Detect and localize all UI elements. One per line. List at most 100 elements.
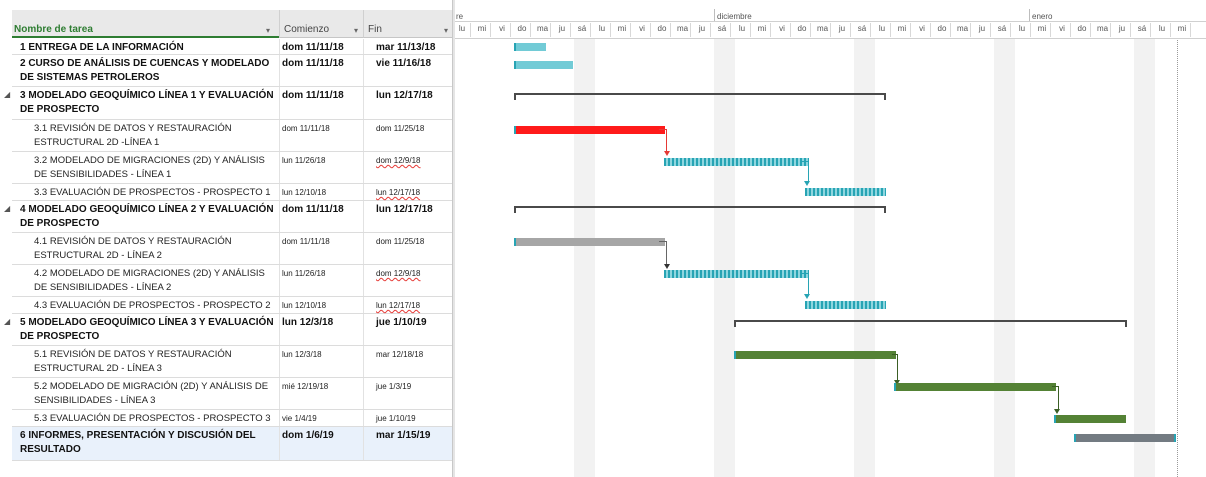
task-row[interactable]: 4.3 EVALUACIÓN DE PROSPECTOS - PROSPECTO… bbox=[12, 297, 452, 314]
task-start[interactable]: dom 11/11/18 bbox=[279, 120, 363, 151]
task-row[interactable]: 4.1 REVISIÓN DE DATOS Y RESTAURACIÓN EST… bbox=[12, 233, 452, 265]
summary-bar-task-3[interactable] bbox=[514, 93, 886, 100]
task-name[interactable]: 3.2 MODELADO DE MIGRACIONES (2D) Y ANÁLI… bbox=[12, 154, 279, 182]
gantt-bar-task-3-3[interactable] bbox=[805, 188, 886, 196]
gantt-bar-task-5-3[interactable] bbox=[1054, 415, 1126, 423]
task-start[interactable]: lun 11/26/18 bbox=[279, 265, 363, 296]
dependency-link bbox=[802, 273, 809, 296]
day-divider bbox=[530, 23, 531, 37]
task-row[interactable]: 2 CURSO DE ANÁLISIS DE CUENCAS Y MODELAD… bbox=[12, 55, 452, 87]
task-row[interactable]: 3.3 EVALUACIÓN DE PROSPECTOS - PROSPECTO… bbox=[12, 184, 452, 201]
task-end[interactable]: lun 12/17/18 bbox=[363, 201, 452, 232]
task-start[interactable]: mié 12/19/18 bbox=[279, 378, 363, 409]
day-divider bbox=[1190, 23, 1191, 37]
task-end[interactable]: dom 12/9/18 bbox=[363, 152, 452, 183]
task-row[interactable]: 5.3 EVALUACIÓN DE PROSPECTOS - PROSPECTO… bbox=[12, 410, 452, 427]
gantt-bar-task-4-2[interactable] bbox=[664, 270, 809, 278]
task-start[interactable]: lun 12/3/18 bbox=[279, 314, 363, 345]
link-arrow-icon bbox=[804, 181, 810, 186]
task-name[interactable]: 3 MODELADO GEOQUÍMICO LÍNEA 1 Y EVALUACI… bbox=[12, 89, 279, 117]
task-start[interactable]: dom 11/11/18 bbox=[279, 55, 363, 86]
collapse-triangle-icon[interactable]: ◢ bbox=[4, 204, 10, 213]
gantt-bar-task-2[interactable] bbox=[514, 61, 573, 69]
gantt-bar-task-3-2[interactable] bbox=[664, 158, 809, 166]
gantt-bar-task-5-2[interactable] bbox=[894, 383, 1056, 391]
day-divider bbox=[1170, 23, 1171, 37]
column-header-end[interactable]: Fin ▾ bbox=[363, 10, 452, 38]
dropdown-arrow-icon[interactable]: ▾ bbox=[354, 26, 358, 35]
task-row[interactable]: 3.1 REVISIÓN DE DATOS Y RESTAURACIÓN EST… bbox=[12, 120, 452, 152]
dropdown-arrow-icon[interactable]: ▾ bbox=[266, 26, 270, 35]
summary-task-row[interactable]: ◢ 5 MODELADO GEOQUÍMICO LÍNEA 3 Y EVALUA… bbox=[4, 314, 452, 346]
task-name[interactable]: 1 ENTREGA DE LA INFORMACIÓN bbox=[12, 41, 279, 55]
task-row[interactable]: 1 ENTREGA DE LA INFORMACIÓN dom 11/11/18… bbox=[12, 39, 452, 55]
task-end[interactable]: lun 12/17/18 bbox=[363, 297, 452, 313]
task-end[interactable]: jue 1/10/19 bbox=[363, 314, 452, 345]
task-start[interactable]: vie 1/4/19 bbox=[279, 410, 363, 426]
task-name[interactable]: 5.2 MODELADO DE MIGRACIÓN (2D) Y ANÁLISI… bbox=[12, 380, 279, 408]
task-name[interactable]: 5.1 REVISIÓN DE DATOS Y RESTAURACIÓN EST… bbox=[12, 348, 279, 376]
gantt-bar-task-3-1[interactable] bbox=[514, 126, 665, 134]
task-end[interactable]: mar 1/15/19 bbox=[363, 427, 452, 460]
day-divider bbox=[830, 23, 831, 37]
day-label: mi bbox=[1037, 24, 1047, 33]
summary-task-row[interactable]: ◢ 4 MODELADO GEOQUÍMICO LÍNEA 2 Y EVALUA… bbox=[4, 201, 452, 233]
task-name[interactable]: 4.2 MODELADO DE MIGRACIONES (2D) Y ANÁLI… bbox=[12, 267, 279, 295]
month-label: enero bbox=[1032, 12, 1053, 21]
task-start[interactable]: dom 11/11/18 bbox=[279, 201, 363, 232]
day-label: sá bbox=[997, 24, 1007, 33]
task-end[interactable]: dom 12/9/18 bbox=[363, 265, 452, 296]
task-end[interactable]: jue 1/3/19 bbox=[363, 378, 452, 409]
task-end[interactable]: lun 12/17/18 bbox=[363, 87, 452, 119]
day-divider bbox=[610, 23, 611, 37]
task-start[interactable]: dom 11/11/18 bbox=[279, 233, 363, 264]
task-start[interactable]: lun 11/26/18 bbox=[279, 152, 363, 183]
task-name[interactable]: 3.1 REVISIÓN DE DATOS Y RESTAURACIÓN EST… bbox=[12, 122, 279, 150]
task-name[interactable]: 4.1 REVISIÓN DE DATOS Y RESTAURACIÓN EST… bbox=[12, 235, 279, 263]
task-name[interactable]: 4 MODELADO GEOQUÍMICO LÍNEA 2 Y EVALUACI… bbox=[12, 203, 279, 231]
task-row-selected[interactable]: 6 INFORMES, PRESENTACIÓN Y DISCUSIÓN DEL… bbox=[12, 427, 452, 461]
summary-bar-task-5[interactable] bbox=[734, 320, 1127, 327]
dropdown-arrow-icon[interactable]: ▾ bbox=[444, 26, 448, 35]
column-header-end-label: Fin bbox=[368, 24, 382, 35]
gantt-bar-task-5-1[interactable] bbox=[734, 351, 896, 359]
task-end[interactable]: jue 1/10/19 bbox=[363, 410, 452, 426]
task-name[interactable]: 5 MODELADO GEOQUÍMICO LÍNEA 3 Y EVALUACI… bbox=[12, 316, 279, 344]
task-name[interactable]: 5.3 EVALUACIÓN DE PROSPECTOS - PROSPECTO… bbox=[12, 412, 279, 426]
task-name[interactable]: 4.3 EVALUACIÓN DE PROSPECTOS - PROSPECTO… bbox=[12, 299, 279, 313]
gantt-bar-task-4-3[interactable] bbox=[805, 301, 886, 309]
collapse-triangle-icon[interactable]: ◢ bbox=[4, 317, 10, 326]
task-end[interactable]: mar 12/18/18 bbox=[363, 346, 452, 377]
task-start[interactable]: dom 11/11/18 bbox=[279, 39, 363, 54]
day-divider bbox=[770, 23, 771, 37]
task-end[interactable]: lun 12/17/18 bbox=[363, 184, 452, 200]
collapse-triangle-icon[interactable]: ◢ bbox=[4, 90, 10, 99]
gantt-bar-task-6[interactable] bbox=[1074, 434, 1176, 442]
day-label: sá bbox=[577, 24, 587, 33]
task-row[interactable]: 5.1 REVISIÓN DE DATOS Y RESTAURACIÓN EST… bbox=[12, 346, 452, 378]
task-row[interactable]: 3.2 MODELADO DE MIGRACIONES (2D) Y ANÁLI… bbox=[12, 152, 452, 184]
task-row[interactable]: 5.2 MODELADO DE MIGRACIÓN (2D) Y ANÁLISI… bbox=[12, 378, 452, 410]
task-name[interactable]: 3.3 EVALUACIÓN DE PROSPECTOS - PROSPECTO… bbox=[12, 186, 279, 200]
task-end[interactable]: mar 11/13/18 bbox=[363, 39, 452, 54]
day-label: mi bbox=[757, 24, 767, 33]
task-row[interactable]: 4.2 MODELADO DE MIGRACIONES (2D) Y ANÁLI… bbox=[12, 265, 452, 297]
task-start[interactable]: dom 1/6/19 bbox=[279, 427, 363, 460]
day-label: ma bbox=[1097, 24, 1109, 33]
task-name[interactable]: 2 CURSO DE ANÁLISIS DE CUENCAS Y MODELAD… bbox=[12, 57, 279, 85]
link-arrow-icon bbox=[664, 264, 670, 269]
task-end[interactable]: dom 11/25/18 bbox=[363, 120, 452, 151]
task-start[interactable]: lun 12/3/18 bbox=[279, 346, 363, 377]
column-header-start[interactable]: Comienzo ▾ bbox=[279, 10, 363, 38]
summary-task-row[interactable]: ◢ 3 MODELADO GEOQUÍMICO LÍNEA 1 Y EVALUA… bbox=[4, 87, 452, 120]
task-start[interactable]: lun 12/10/18 bbox=[279, 297, 363, 313]
task-end[interactable]: dom 11/25/18 bbox=[363, 233, 452, 264]
task-start[interactable]: lun 12/10/18 bbox=[279, 184, 363, 200]
gantt-bar-task-1[interactable] bbox=[514, 43, 546, 51]
task-start[interactable]: dom 11/11/18 bbox=[279, 87, 363, 119]
task-end[interactable]: vie 11/16/18 bbox=[363, 55, 452, 86]
task-name[interactable]: 6 INFORMES, PRESENTACIÓN Y DISCUSIÓN DEL… bbox=[12, 429, 279, 457]
summary-bar-task-4[interactable] bbox=[514, 206, 886, 213]
column-header-task-name[interactable]: Nombre de tarea ▾ bbox=[12, 10, 279, 38]
gantt-bar-task-4-1[interactable] bbox=[514, 238, 665, 246]
